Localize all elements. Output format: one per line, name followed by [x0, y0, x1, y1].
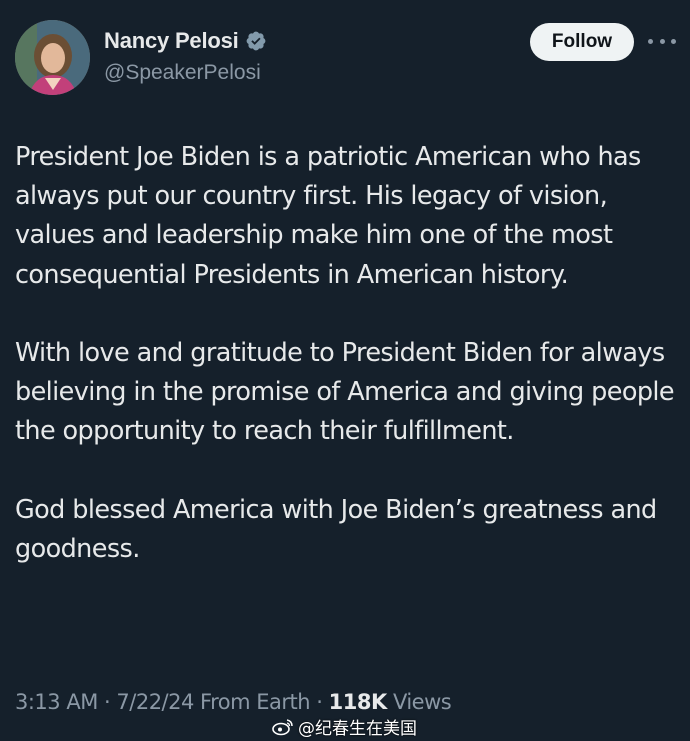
tweet-date[interactable]: 7/22/24	[116, 690, 194, 714]
views-count: 118K	[328, 690, 388, 714]
author-name-row: Nancy Pelosi	[104, 28, 267, 54]
more-dot	[648, 38, 653, 44]
meta-separator: ·	[316, 690, 323, 714]
tweet-paragraph: With love and gratitude to President Bid…	[15, 338, 675, 447]
author-display-name[interactable]: Nancy Pelosi	[104, 28, 239, 54]
more-dot	[659, 38, 665, 44]
views-label: Views	[392, 690, 452, 714]
more-options-icon[interactable]	[648, 29, 676, 53]
tweet-time[interactable]: 3:13 AM	[15, 690, 98, 714]
weibo-icon	[272, 718, 294, 736]
tweet-meta: 3:13 AM · 7/22/24 From Earth · 118K View…	[15, 690, 452, 714]
tweet-text: President Joe Biden is a patriotic Ameri…	[15, 138, 675, 569]
tweet-header: Nancy Pelosi @SpeakerPelosi Follow	[0, 0, 690, 100]
tweet-source: From Earth	[200, 690, 311, 714]
more-dot	[671, 38, 676, 44]
avatar[interactable]	[15, 20, 90, 95]
tweet-paragraph: God blessed America with Joe Biden’s gre…	[15, 494, 657, 564]
meta-separator: ·	[104, 690, 111, 714]
watermark: @纪春生在美国	[272, 714, 417, 739]
follow-button[interactable]: Follow	[530, 23, 634, 61]
avatar-portrait-icon	[15, 20, 90, 95]
verified-badge-icon	[245, 30, 267, 52]
watermark-text: @纪春生在美国	[298, 719, 417, 739]
author-handle[interactable]: @SpeakerPelosi	[104, 61, 261, 85]
tweet-paragraph: President Joe Biden is a patriotic Ameri…	[15, 142, 641, 290]
